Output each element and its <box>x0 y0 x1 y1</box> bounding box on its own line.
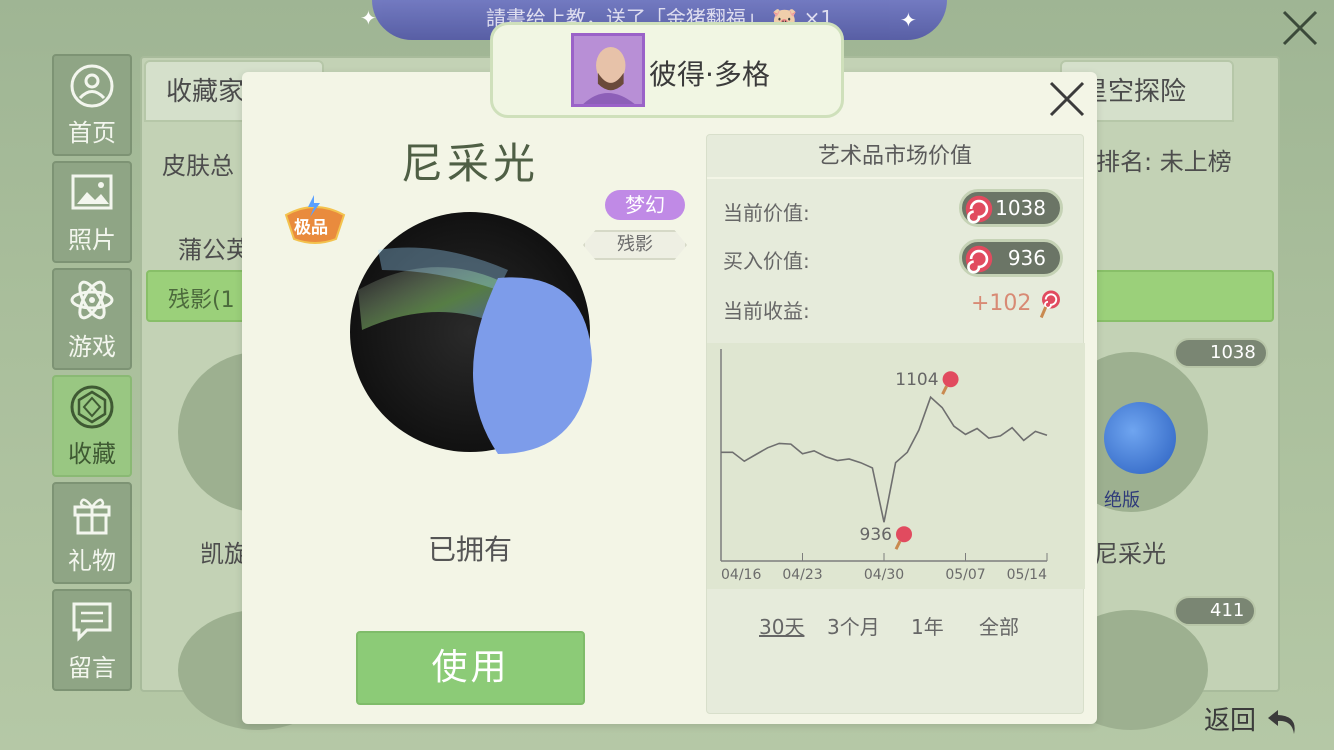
modal-close-button[interactable] <box>1048 80 1086 118</box>
price-chart: 04/16 04/23 04/30 05/07 05/14 1104 936 <box>707 343 1085 589</box>
market-value-panel: 艺术品市场价值 当前价值: 1038 买入价值: 936 当前收益: +102 … <box>706 134 1085 714</box>
tag-afterimage: 残影 <box>583 230 687 260</box>
tag-dream: 梦幻 <box>605 190 685 220</box>
avatar-image <box>574 36 642 104</box>
item-name: 蒲公英 <box>178 236 250 264</box>
lollipop-icon <box>1040 290 1061 319</box>
lollipop-icon <box>942 371 959 388</box>
nav-item-collection[interactable]: 收藏 <box>52 375 132 477</box>
price-chart-svg: 04/16 04/23 04/30 05/07 05/14 1104 936 <box>720 349 1048 583</box>
nav-label: 收藏 <box>68 439 116 468</box>
data-label: 1104 <box>895 370 938 390</box>
avatar[interactable] <box>571 33 645 107</box>
owner-tag: 彼得·多格 <box>490 22 844 118</box>
orb-image <box>350 212 592 454</box>
rank-label: 排名: 未上榜 <box>1096 148 1232 176</box>
tab-label: 星空探险 <box>1082 77 1187 107</box>
profit-amount: +102 <box>971 291 1032 316</box>
side-nav: 首页 照片 游戏 收藏 礼物 留言 <box>52 54 134 696</box>
price-value: 1038 <box>1210 342 1256 363</box>
category-label: 残影(1 <box>168 288 235 313</box>
nav-item-messages[interactable]: 留言 <box>52 589 132 691</box>
skin-total-label: 皮肤总 <box>162 152 234 180</box>
price-value: 411 <box>1210 600 1245 621</box>
use-button[interactable]: 使用 <box>356 631 585 705</box>
lollipop-icon <box>965 245 993 274</box>
tab-label: 收藏家 <box>166 77 245 107</box>
data-label: 936 <box>860 525 892 545</box>
ownership-status: 已拥有 <box>427 533 512 566</box>
x-tick-label: 04/16 <box>721 567 761 583</box>
close-icon <box>1049 81 1085 117</box>
current-value-pill: 1038 <box>959 189 1063 227</box>
x-tick-label: 04/23 <box>782 567 822 583</box>
x-tick-label: 04/30 <box>864 567 904 583</box>
nav-label: 游戏 <box>68 332 116 361</box>
price-chip: 1038 <box>1174 338 1268 368</box>
return-arrow-icon <box>1268 709 1295 734</box>
price-line <box>721 395 1048 523</box>
nav-item-home[interactable]: 首页 <box>52 54 132 156</box>
atom-icon <box>70 280 114 319</box>
lollipop-icon <box>965 195 993 224</box>
x-tick-label: 05/14 <box>1007 567 1047 583</box>
home-icon <box>70 64 114 107</box>
nav-label: 照片 <box>68 225 116 254</box>
back-label: 返回 <box>1204 706 1257 736</box>
item-artwork <box>348 210 592 454</box>
nav-item-games[interactable]: 游戏 <box>52 268 132 370</box>
nav-label: 留言 <box>68 653 116 682</box>
buy-value-pill: 936 <box>959 239 1063 277</box>
lollipop-stick <box>894 540 902 550</box>
sparkle-icon: ✦ <box>900 8 917 32</box>
item-name: 尼采光 <box>1094 540 1166 568</box>
price-chip: 411 <box>1174 596 1257 626</box>
back-button[interactable]: 返回 <box>1204 700 1300 738</box>
owner-name: 彼得·多格 <box>649 58 770 91</box>
profit-value: +102 <box>971 289 1064 319</box>
current-value-label: 当前价值: <box>723 201 810 225</box>
item-name: 凯旋 <box>200 540 248 568</box>
x-tick-label: 05/07 <box>945 567 985 583</box>
photo-icon <box>71 174 113 209</box>
rarity-label: 极品 <box>294 218 328 238</box>
gem-icon <box>70 385 114 428</box>
nav-label: 首页 <box>68 118 116 147</box>
range-1-year[interactable]: 1年 <box>911 611 944 640</box>
range-30-days[interactable]: 30天 <box>759 611 804 640</box>
nav-label: 礼物 <box>68 546 116 575</box>
range-3-months[interactable]: 3个月 <box>827 611 880 640</box>
gift-icon <box>73 498 111 534</box>
message-icon <box>72 602 112 642</box>
item-title: 尼采光 <box>400 139 539 188</box>
buy-value: 936 <box>1007 246 1046 270</box>
profit-label: 当前收益: <box>723 299 810 323</box>
lollipop-icon <box>896 526 912 543</box>
lollipop-stick <box>941 385 948 395</box>
close-button[interactable] <box>1272 6 1328 52</box>
market-heading: 艺术品市场价值 <box>707 135 1083 179</box>
nav-item-gifts[interactable]: 礼物 <box>52 482 132 584</box>
nav-item-photo[interactable]: 照片 <box>52 161 132 263</box>
rarity-badge: 绝版 <box>1104 490 1140 511</box>
close-icon <box>1282 10 1318 46</box>
range-all[interactable]: 全部 <box>979 611 1019 640</box>
current-value: 1038 <box>995 196 1046 220</box>
buy-value-label: 买入价值: <box>723 249 810 273</box>
sparkle-icon: ✦ <box>360 6 377 30</box>
rarity-badge: 极品 <box>280 195 350 247</box>
